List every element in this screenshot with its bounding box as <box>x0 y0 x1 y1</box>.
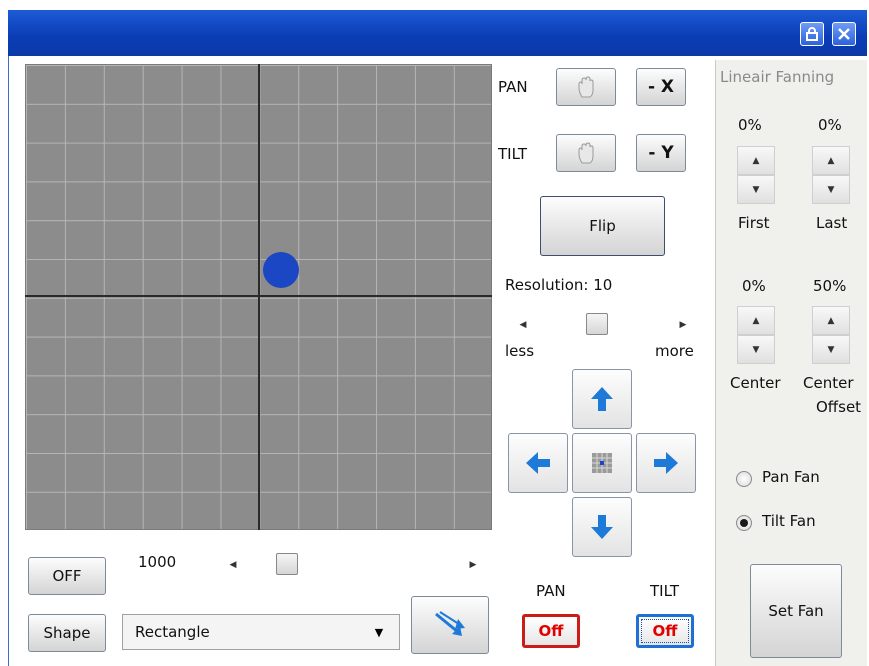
arrow-right-icon <box>654 452 678 474</box>
last-label: Last <box>816 214 848 232</box>
more-label: more <box>655 342 694 360</box>
resolution-slider-thumb[interactable] <box>586 313 608 335</box>
lock-icon[interactable] <box>800 22 824 46</box>
scroll-left-icon[interactable]: ◀ <box>222 554 244 576</box>
tilt-enable-button[interactable]: Off <box>636 614 694 648</box>
resolution-label: Resolution: 10 <box>505 276 613 294</box>
move-down-button[interactable] <box>572 497 632 557</box>
first-spinner[interactable]: ▲ ▼ <box>737 146 775 204</box>
arrow-up-icon <box>591 387 613 411</box>
last-spinner[interactable]: ▲ ▼ <box>812 146 850 204</box>
pan-enable-title: PAN <box>536 582 566 600</box>
radio-dot <box>740 519 748 527</box>
pan-label: PAN <box>498 78 528 96</box>
shape-selected-value: Rectangle <box>135 623 210 641</box>
pan-lock-button[interactable] <box>556 68 616 106</box>
tilt-fan-label: Tilt Fan <box>762 512 816 530</box>
off-button[interactable]: OFF <box>28 557 106 595</box>
center-spinner[interactable]: ▲ ▼ <box>737 306 775 364</box>
center-button[interactable] <box>572 433 632 493</box>
position-dot[interactable] <box>263 252 299 288</box>
move-up-button[interactable] <box>572 369 632 429</box>
scroll-right-icon[interactable]: ▶ <box>672 314 694 336</box>
spin-up-icon[interactable]: ▲ <box>812 306 850 335</box>
spin-up-icon[interactable]: ▲ <box>737 146 775 175</box>
close-icon[interactable] <box>832 22 856 46</box>
move-right-button[interactable] <box>636 433 696 493</box>
center-offset-label-1: Center <box>803 374 854 392</box>
vertical-axis <box>258 64 260 530</box>
tilt-enable-title: TILT <box>650 582 680 600</box>
first-label: First <box>738 214 770 232</box>
center-offset-label-2: Offset <box>816 398 862 416</box>
shape-button[interactable]: Shape <box>28 614 106 652</box>
spin-down-icon[interactable]: ▼ <box>812 175 850 204</box>
chevron-down-icon: ▼ <box>374 625 384 639</box>
hand-icon <box>578 76 594 98</box>
arrow-down-icon <box>591 515 613 539</box>
shape-select[interactable]: Rectangle ▼ <box>122 614 400 650</box>
tilt-label: TILT <box>498 145 528 163</box>
offset-value: 50% <box>813 277 847 295</box>
title-bar <box>8 10 867 56</box>
diagonal-arrows-icon <box>435 611 465 636</box>
fanning-title: Lineair Fanning <box>720 68 835 86</box>
pan-enable-button[interactable]: Off <box>522 614 580 648</box>
spin-up-icon[interactable]: ▲ <box>812 146 850 175</box>
invert-x-button[interactable]: - X <box>636 68 686 106</box>
center-grid-icon <box>592 453 612 473</box>
speed-value: 1000 <box>138 553 177 571</box>
tilt-fan-radio[interactable] <box>736 515 752 531</box>
hand-icon <box>578 142 594 164</box>
last-value: 0% <box>818 116 842 134</box>
center-label: Center <box>730 374 781 392</box>
pan-fan-label: Pan Fan <box>762 468 820 486</box>
spin-down-icon[interactable]: ▼ <box>737 335 775 364</box>
scroll-right-icon[interactable]: ▶ <box>462 554 484 576</box>
flip-button[interactable]: Flip <box>540 196 665 256</box>
pan-fan-radio[interactable] <box>736 471 752 487</box>
scroll-left-icon[interactable]: ◀ <box>512 314 534 336</box>
tilt-lock-button[interactable] <box>556 134 616 172</box>
arrow-left-icon <box>526 452 550 474</box>
spin-down-icon[interactable]: ▼ <box>812 335 850 364</box>
speed-slider-thumb[interactable] <box>276 553 298 575</box>
offset-spinner[interactable]: ▲ ▼ <box>812 306 850 364</box>
swap-direction-button[interactable] <box>411 596 489 654</box>
set-fan-button[interactable]: Set Fan <box>750 564 842 658</box>
center-value: 0% <box>742 277 766 295</box>
less-label: less <box>505 342 535 360</box>
move-left-button[interactable] <box>508 433 568 493</box>
invert-y-button[interactable]: - Y <box>636 134 686 172</box>
spin-up-icon[interactable]: ▲ <box>737 306 775 335</box>
first-value: 0% <box>738 116 762 134</box>
spin-down-icon[interactable]: ▼ <box>737 175 775 204</box>
horizontal-axis <box>25 295 492 297</box>
